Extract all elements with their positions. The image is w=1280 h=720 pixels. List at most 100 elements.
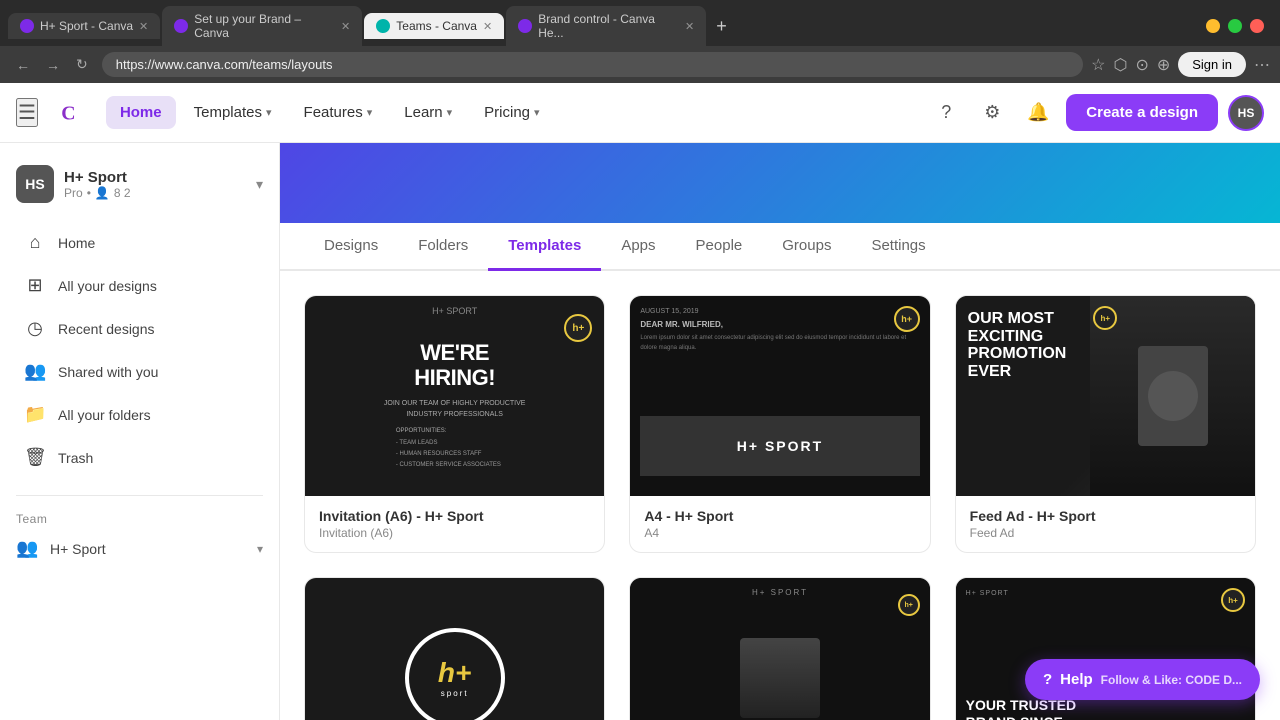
nav-home[interactable]: Home bbox=[106, 96, 176, 129]
templates-grid: H+ SPORT h+ WE'REHIRING! JOIN OUR TEAM O… bbox=[304, 295, 1256, 720]
settings-button[interactable]: ⚙ bbox=[974, 95, 1010, 131]
sidebar-item-home[interactable]: ⌂ Home bbox=[8, 222, 271, 263]
help-button[interactable]: ? bbox=[928, 95, 964, 131]
sidebar-item-trash[interactable]: 🗑 Trash bbox=[8, 437, 271, 478]
bookmark-icon[interactable]: ⊕ bbox=[1157, 55, 1170, 75]
trash-icon: 🗑 bbox=[24, 447, 46, 468]
help-fab-button[interactable]: ? Help Follow & Like: CODE D... bbox=[1025, 659, 1260, 700]
tab-templates[interactable]: Templates bbox=[488, 223, 601, 271]
new-tab-button[interactable]: + bbox=[708, 14, 735, 39]
sidebar-item-shared[interactable]: 👥 Shared with you bbox=[8, 351, 271, 392]
minimize-button[interactable] bbox=[1206, 19, 1220, 33]
template-card-4[interactable]: h+ sport Logo - H+ Sport Logo bbox=[304, 577, 605, 720]
nav-learn-chevron: ▾ bbox=[447, 106, 453, 119]
team-header[interactable]: HS H+ Sport Pro • 👤 8 2 ▾ bbox=[0, 155, 279, 213]
tab-favicon-3 bbox=[376, 19, 390, 33]
browser-tab-1[interactable]: H+ Sport - Canva ✕ bbox=[8, 13, 160, 39]
tab-templates-label: Templates bbox=[508, 237, 581, 254]
team-item-icon: 👥 bbox=[16, 538, 38, 559]
template-card-1[interactable]: H+ SPORT h+ WE'REHIRING! JOIN OUR TEAM O… bbox=[304, 295, 605, 553]
tab-label-2: Set up your Brand – Canva bbox=[194, 12, 335, 40]
avatar-initials: HS bbox=[1238, 106, 1255, 120]
nav-right: ? ⚙ 🔔 Create a design HS bbox=[928, 94, 1264, 131]
svg-text:C: C bbox=[61, 102, 74, 124]
nav-templates-label: Templates bbox=[194, 104, 262, 121]
tab-close-3[interactable]: ✕ bbox=[483, 20, 492, 33]
team-info: H+ Sport Pro • 👤 8 2 bbox=[64, 169, 246, 200]
all-designs-icon: ⊞ bbox=[24, 275, 46, 296]
tab-close-4[interactable]: ✕ bbox=[685, 20, 694, 33]
templates-content: H+ SPORT h+ WE'REHIRING! JOIN OUR TEAM O… bbox=[280, 271, 1280, 720]
extension-icon[interactable]: ⬡ bbox=[1113, 55, 1127, 75]
tab-close-2[interactable]: ✕ bbox=[341, 20, 350, 33]
team-chevron-icon: ▾ bbox=[256, 176, 263, 193]
close-button[interactable] bbox=[1250, 19, 1264, 33]
hamburger-button[interactable]: ☰ bbox=[16, 98, 38, 127]
notifications-button[interactable]: 🔔 bbox=[1020, 95, 1056, 131]
top-nav: ☰ C Home Templates ▾ Features ▾ Learn ▾ bbox=[0, 83, 1280, 143]
template-info-2: A4 - H+ Sport A4 bbox=[630, 496, 929, 552]
nav-pricing-label: Pricing bbox=[484, 104, 530, 121]
tab-label-3: Teams - Canva bbox=[396, 19, 477, 33]
sidebar-all-designs-label: All your designs bbox=[58, 278, 157, 294]
template-card-5[interactable]: H+ SPORT h+ Social Post - H+ Sport Socia… bbox=[629, 577, 930, 720]
tab-favicon-1 bbox=[20, 19, 34, 33]
nav-pricing[interactable]: Pricing ▾ bbox=[470, 96, 553, 129]
sidebar-team-hplus[interactable]: 👥 H+ Sport ▾ bbox=[0, 530, 279, 567]
team-avatar: HS bbox=[16, 165, 54, 203]
sidebar-item-all-designs[interactable]: ⊞ All your designs bbox=[8, 265, 271, 306]
address-bar[interactable] bbox=[102, 52, 1083, 77]
template-title-3: Feed Ad - H+ Sport bbox=[970, 508, 1241, 524]
tab-bar: H+ Sport - Canva ✕ Set up your Brand – C… bbox=[0, 0, 1280, 46]
forward-button[interactable]: → bbox=[40, 54, 66, 75]
tab-settings[interactable]: Settings bbox=[851, 223, 945, 271]
back-button[interactable]: ← bbox=[10, 54, 36, 75]
browser-tab-4[interactable]: Brand control - Canva He... ✕ bbox=[506, 6, 706, 46]
nav-features[interactable]: Features ▾ bbox=[290, 96, 387, 129]
canva-logo-icon: C bbox=[50, 95, 86, 131]
main-area: HS H+ Sport Pro • 👤 8 2 ▾ ⌂ Home bbox=[0, 143, 1280, 720]
star-icon[interactable]: ☆ bbox=[1091, 55, 1105, 75]
tab-favicon-4 bbox=[518, 19, 532, 33]
nav-pricing-chevron: ▾ bbox=[534, 106, 540, 119]
menu-dots-icon[interactable]: ⋯ bbox=[1254, 55, 1270, 75]
sidebar-divider bbox=[16, 495, 263, 496]
sidebar-folders-label: All your folders bbox=[58, 407, 151, 423]
browser-actions: ☆ ⬡ ⊙ ⊕ Sign in ⋯ bbox=[1091, 52, 1270, 77]
tab-apps[interactable]: Apps bbox=[601, 223, 675, 271]
template-card-3[interactable]: OUR MOSTEXCITINGPROMOTIONEVER h+ Feed Ad… bbox=[955, 295, 1256, 553]
tab-designs-label: Designs bbox=[324, 237, 378, 254]
sign-in-label: Sign in bbox=[1192, 57, 1232, 72]
sidebar-item-folders[interactable]: 📁 All your folders bbox=[8, 394, 271, 435]
browser-tab-2[interactable]: Set up your Brand – Canva ✕ bbox=[162, 6, 362, 46]
template-card-2[interactable]: h+ AUGUST 15, 2019 DEAR MR. WILFRIED, Lo… bbox=[629, 295, 930, 553]
team-bullet: • bbox=[87, 186, 91, 200]
nav-learn[interactable]: Learn ▾ bbox=[390, 96, 466, 129]
team-members: 8 2 bbox=[114, 186, 131, 200]
nav-items: Home Templates ▾ Features ▾ Learn ▾ Pric… bbox=[106, 96, 928, 129]
tab-close-1[interactable]: ✕ bbox=[139, 20, 148, 33]
logo[interactable]: C bbox=[50, 95, 86, 131]
sidebar-item-recent[interactable]: ◷ Recent designs bbox=[8, 308, 271, 349]
maximize-button[interactable] bbox=[1228, 19, 1242, 33]
tab-people-label: People bbox=[696, 237, 743, 254]
sign-in-button[interactable]: Sign in bbox=[1178, 52, 1246, 77]
tab-designs[interactable]: Designs bbox=[304, 223, 398, 271]
create-design-label: Create a design bbox=[1086, 104, 1198, 121]
tab-people[interactable]: People bbox=[676, 223, 763, 271]
sidebar: HS H+ Sport Pro • 👤 8 2 ▾ ⌂ Home bbox=[0, 143, 280, 720]
create-design-button[interactable]: Create a design bbox=[1066, 94, 1218, 131]
profile-icon[interactable]: ⊙ bbox=[1135, 55, 1148, 75]
nav-templates[interactable]: Templates ▾ bbox=[180, 96, 286, 129]
browser-tab-3[interactable]: Teams - Canva ✕ bbox=[364, 13, 504, 39]
nav-templates-chevron: ▾ bbox=[266, 106, 272, 119]
reload-button[interactable]: ↻ bbox=[70, 54, 94, 75]
user-avatar[interactable]: HS bbox=[1228, 95, 1264, 131]
sidebar-shared-label: Shared with you bbox=[58, 364, 158, 380]
tab-folders[interactable]: Folders bbox=[398, 223, 488, 271]
help-label: Help bbox=[1060, 671, 1093, 688]
template-info-3: Feed Ad - H+ Sport Feed Ad bbox=[956, 496, 1255, 552]
sidebar-nav: ⌂ Home ⊞ All your designs ◷ Recent desig… bbox=[0, 213, 279, 487]
tab-groups[interactable]: Groups bbox=[762, 223, 851, 271]
template-subtitle-1: Invitation (A6) bbox=[319, 526, 590, 540]
